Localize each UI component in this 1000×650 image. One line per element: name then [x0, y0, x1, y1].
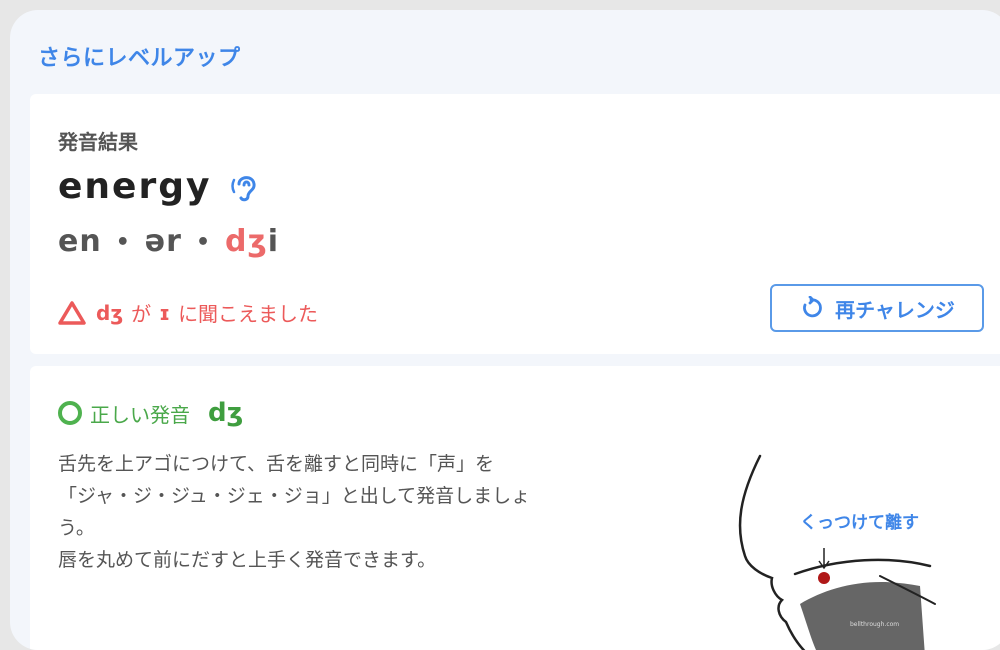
target-word: energy	[58, 166, 212, 207]
warning-symbol: dʒ	[96, 300, 124, 325]
app-frame: さらにレベルアップ 発音結果 energy en • ər • dʒi dʒ が ɪ に…	[10, 10, 1000, 650]
word-row: energy	[58, 166, 263, 207]
description-line: う。	[58, 517, 95, 539]
description-line: 唇を丸めて前にだすと上手く発音できます。	[58, 549, 437, 571]
result-card: 発音結果 energy en•ər•dʒi dʒ が ɪ に聞こえました	[30, 94, 1000, 354]
section-title: さらにレベルアップ	[38, 46, 241, 71]
warning-triangle-icon	[58, 300, 86, 325]
ipa-part-2: ər	[144, 224, 182, 259]
retry-icon	[803, 296, 822, 318]
description-line: 舌先を上アゴにつけて、舌を離すと同時に「声」を	[58, 453, 495, 475]
correct-label: 正しい発音	[90, 402, 190, 427]
ipa-separator-2: •	[195, 230, 211, 255]
warning-text: に聞こえました	[178, 302, 319, 326]
result-label: 発音結果	[58, 130, 138, 154]
correct-circle-icon	[58, 401, 82, 425]
ipa-separator-1: •	[115, 230, 131, 255]
retry-label: 再チャレンジ	[835, 297, 955, 322]
illustration-credit: bellthrough.com	[850, 621, 899, 628]
warning-heard-symbol: ɪ	[159, 300, 171, 325]
retry-button[interactable]: 再チャレンジ	[770, 284, 984, 332]
ear-icon[interactable]	[229, 170, 263, 204]
mispronunciation-warning: dʒ が ɪ に聞こえました	[58, 298, 318, 327]
illustration-caption: くっつけて離す	[800, 512, 919, 533]
correct-symbol: dʒ	[208, 398, 244, 428]
correct-header: 正しい発音 dʒ	[58, 398, 243, 428]
correct-pronunciation-card: 正しい発音 dʒ 舌先を上アゴにつけて、舌を離すと同時に「声」を 「ジャ・ジ・ジ…	[30, 366, 1000, 650]
description-line: 「ジャ・ジ・ジュ・ジェ・ジョ」と出して発音しましょ	[58, 485, 531, 507]
mouth-illustration: くっつけて離す bellthrough.com	[738, 454, 936, 650]
ipa-part-3-rest: i	[267, 224, 279, 259]
ipa-part-1: en	[58, 224, 102, 259]
warning-ga: が	[131, 302, 152, 326]
ipa-transcription: en • ər • dʒi	[58, 224, 279, 259]
pronunciation-description: 舌先を上アゴにつけて、舌を離すと同時に「声」を 「ジャ・ジ・ジュ・ジェ・ジョ」と…	[58, 448, 658, 576]
ipa-part-3-highlight: dʒ	[225, 224, 268, 259]
